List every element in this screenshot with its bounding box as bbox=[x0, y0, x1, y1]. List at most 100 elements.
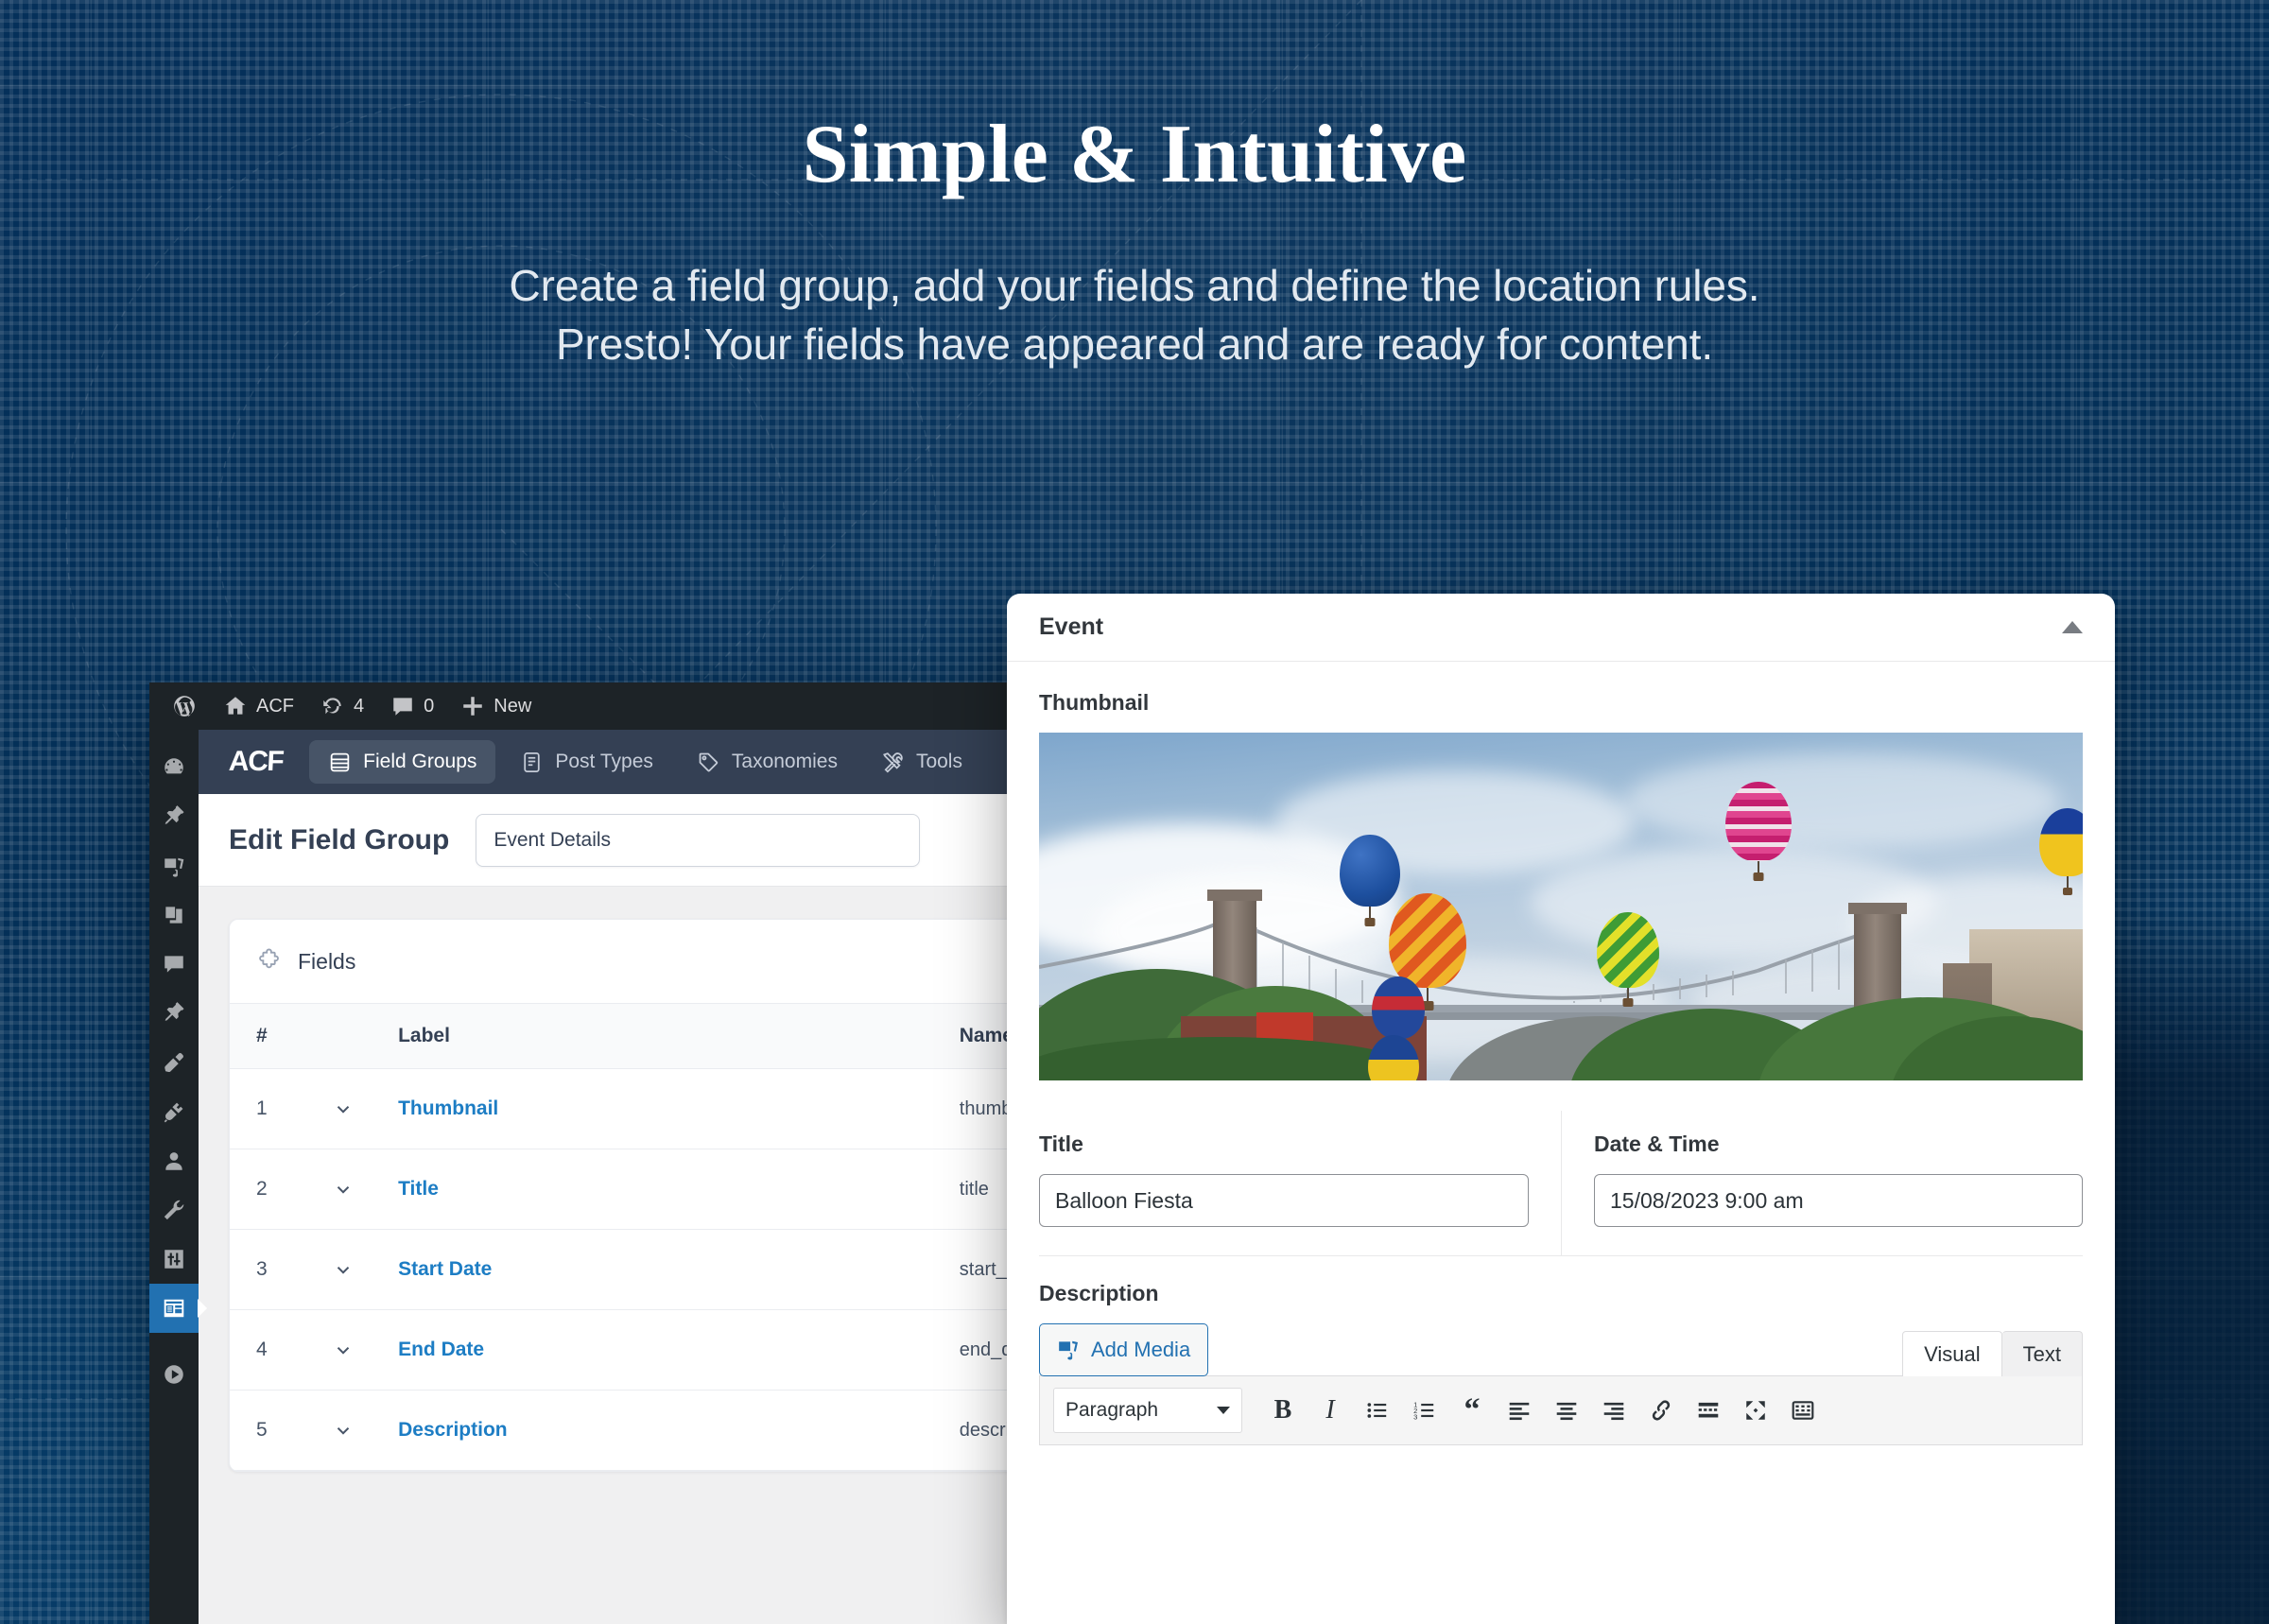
hero-text-block: Simple & Intuitive Create a field group,… bbox=[0, 112, 2269, 373]
title-input[interactable] bbox=[1039, 1174, 1529, 1227]
page-title: Simple & Intuitive bbox=[0, 112, 2269, 199]
sidebar-collapse-button[interactable] bbox=[149, 1350, 199, 1399]
wp-logo-menu[interactable] bbox=[159, 682, 210, 730]
insert-link-button[interactable] bbox=[1637, 1387, 1685, 1434]
balloon-blue-yellow bbox=[2039, 808, 2083, 876]
row-expand-toggle[interactable] bbox=[333, 1391, 398, 1471]
plus-icon bbox=[460, 694, 485, 718]
row-label-cell: Description bbox=[398, 1391, 960, 1471]
sidebar-item-plugins[interactable] bbox=[149, 1038, 199, 1087]
wp-admin-sidebar bbox=[149, 730, 199, 1624]
tools-icon bbox=[881, 751, 905, 774]
tab-visual[interactable]: Visual bbox=[1902, 1331, 2002, 1376]
row-expand-toggle[interactable] bbox=[333, 1149, 398, 1230]
row-label-cell: End Date bbox=[398, 1310, 960, 1391]
bold-button[interactable]: B bbox=[1259, 1387, 1307, 1434]
wordpress-logo-icon bbox=[172, 694, 197, 718]
site-name-menu[interactable]: ACF bbox=[210, 682, 307, 730]
blockquote-button[interactable]: “ bbox=[1448, 1387, 1496, 1434]
balloon-red-blue bbox=[1372, 976, 1425, 1039]
field-label-link[interactable]: Thumbnail bbox=[398, 1097, 498, 1119]
field-group-name-input[interactable] bbox=[476, 814, 920, 867]
tab-post-types-label: Post Types bbox=[555, 751, 653, 773]
title-field-label: Title bbox=[1039, 1132, 1529, 1157]
paragraph-format-select[interactable]: Paragraph bbox=[1053, 1388, 1242, 1433]
row-label-cell: Title bbox=[398, 1149, 960, 1230]
editor-format-toolbar: Paragraph B I 123 “ bbox=[1039, 1375, 2083, 1445]
balloon-green bbox=[1597, 912, 1659, 988]
comments-menu[interactable]: 0 bbox=[377, 682, 447, 730]
field-label-link[interactable]: Start Date bbox=[398, 1258, 492, 1280]
pages-icon bbox=[162, 903, 186, 927]
sidebar-item-posts[interactable] bbox=[149, 792, 199, 841]
fields-card-title: Fields bbox=[298, 949, 355, 975]
read-more-button[interactable] bbox=[1685, 1387, 1732, 1434]
row-expand-toggle[interactable] bbox=[333, 1069, 398, 1149]
bulleted-list-button[interactable] bbox=[1354, 1387, 1401, 1434]
tab-taxonomies[interactable]: Taxonomies bbox=[678, 740, 857, 784]
align-center-button[interactable] bbox=[1543, 1387, 1590, 1434]
tab-text[interactable]: Text bbox=[2002, 1331, 2083, 1376]
sidebar-item-plug[interactable] bbox=[149, 1087, 199, 1136]
row-expand-toggle[interactable] bbox=[333, 1230, 398, 1310]
datetime-input[interactable] bbox=[1594, 1174, 2083, 1227]
italic-button[interactable]: I bbox=[1307, 1387, 1354, 1434]
event-panel-header[interactable]: Event bbox=[1007, 594, 2115, 662]
acf-logo[interactable]: ACF bbox=[228, 746, 284, 778]
description-field-group: Description Add Media Visual Text bbox=[1039, 1256, 2083, 1445]
align-left-button[interactable] bbox=[1496, 1387, 1543, 1434]
hero-subtitle-line-1: Create a field group, add your fields an… bbox=[0, 257, 2269, 315]
row-number: 1 bbox=[230, 1069, 333, 1149]
chevron-down-icon bbox=[333, 1259, 354, 1280]
updates-menu[interactable]: 4 bbox=[307, 682, 377, 730]
sidebar-item-tools[interactable] bbox=[149, 1185, 199, 1235]
datetime-field-group: Date & Time bbox=[1561, 1111, 2083, 1255]
sidebar-item-appearance[interactable] bbox=[149, 989, 199, 1038]
sidebar-item-media[interactable] bbox=[149, 841, 199, 890]
insert-link-icon bbox=[1649, 1398, 1673, 1423]
fullscreen-button[interactable] bbox=[1732, 1387, 1779, 1434]
row-number: 3 bbox=[230, 1230, 333, 1310]
bulleted-list-icon bbox=[1365, 1398, 1390, 1423]
field-label-link[interactable]: Title bbox=[398, 1178, 439, 1200]
numbered-list-icon: 123 bbox=[1412, 1398, 1437, 1423]
italic-icon: I bbox=[1325, 1395, 1334, 1425]
svg-text:3: 3 bbox=[1413, 1412, 1417, 1421]
add-media-label: Add Media bbox=[1091, 1338, 1190, 1362]
fullscreen-icon bbox=[1743, 1398, 1768, 1423]
sidebar-item-acf[interactable] bbox=[149, 1284, 199, 1333]
row-expand-toggle[interactable] bbox=[333, 1310, 398, 1391]
triangle-up-icon[interactable] bbox=[2062, 621, 2083, 633]
add-media-button[interactable]: Add Media bbox=[1039, 1323, 1208, 1376]
numbered-list-button[interactable]: 123 bbox=[1401, 1387, 1448, 1434]
settings-sliders-icon bbox=[162, 1247, 186, 1271]
comment-bubble-icon bbox=[390, 694, 415, 718]
tab-tools[interactable]: Tools bbox=[862, 740, 981, 784]
sidebar-item-users[interactable] bbox=[149, 1136, 199, 1185]
tab-field-groups[interactable]: Field Groups bbox=[309, 740, 495, 784]
editor-top-bar: Add Media Visual Text bbox=[1039, 1323, 2083, 1376]
field-label-link[interactable]: End Date bbox=[398, 1339, 484, 1360]
field-label-link[interactable]: Description bbox=[398, 1419, 508, 1441]
sidebar-item-settings[interactable] bbox=[149, 1235, 199, 1284]
acf-layout-icon bbox=[162, 1296, 186, 1321]
tab-post-types[interactable]: Post Types bbox=[501, 740, 672, 784]
tab-tools-label: Tools bbox=[916, 751, 962, 773]
tab-taxonomies-label: Taxonomies bbox=[732, 751, 838, 773]
toolbar-toggle-button[interactable] bbox=[1779, 1387, 1827, 1434]
sidebar-item-comments[interactable] bbox=[149, 940, 199, 989]
column-header-label: Label bbox=[398, 1004, 960, 1069]
tab-field-groups-label: Field Groups bbox=[363, 751, 476, 773]
align-right-button[interactable] bbox=[1590, 1387, 1637, 1434]
chevron-down-icon bbox=[333, 1420, 354, 1441]
user-icon bbox=[162, 1149, 186, 1173]
sidebar-item-dashboard[interactable] bbox=[149, 743, 199, 792]
thumbnail-image[interactable] bbox=[1039, 733, 2083, 1080]
updates-count: 4 bbox=[354, 696, 364, 717]
row-number: 4 bbox=[230, 1310, 333, 1391]
sidebar-item-pages[interactable] bbox=[149, 890, 199, 940]
read-more-icon bbox=[1696, 1398, 1721, 1423]
description-field-label: Description bbox=[1039, 1281, 2083, 1306]
plugin-brush-icon bbox=[162, 1050, 186, 1075]
new-content-menu[interactable]: New bbox=[447, 682, 545, 730]
